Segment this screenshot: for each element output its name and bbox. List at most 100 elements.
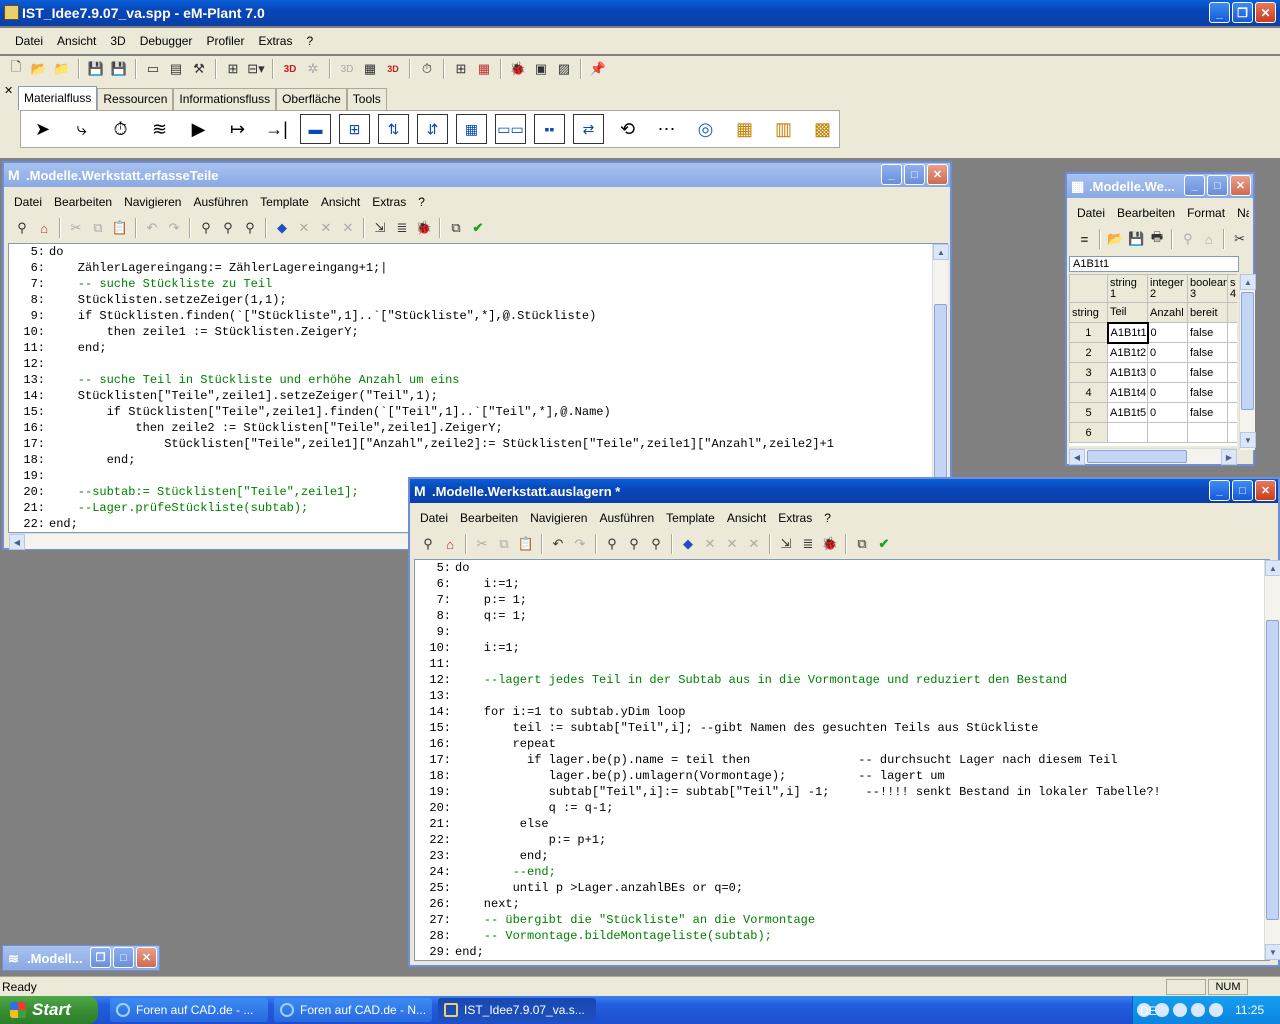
close-button[interactable]: ✕: [1255, 480, 1276, 501]
find-next-icon[interactable]: ⚲: [624, 534, 644, 554]
apply-icon[interactable]: ✔: [874, 534, 894, 554]
code-line[interactable]: 13: -- suche Teil in Stückliste und erhö…: [9, 372, 947, 388]
table-cell[interactable]: [1147, 422, 1188, 443]
format-icon[interactable]: ≣: [392, 218, 412, 238]
code-line[interactable]: 10: then zeile1 := Stücklisten.ZeigerY;: [9, 324, 947, 340]
breakpoint-remove-icon[interactable]: ✕: [700, 534, 720, 554]
save-icon[interactable]: 💾: [1127, 229, 1146, 249]
table-cell[interactable]: [1107, 422, 1148, 443]
window-table[interactable]: ▦ .Modelle.We... _ □ ✕ Datei Bearbeiten …: [1065, 172, 1256, 466]
menu-navigieren[interactable]: Navigie: [1231, 206, 1249, 220]
code-line[interactable]: 26: next;: [415, 896, 1269, 912]
print-icon[interactable]: 🖶: [1148, 229, 1167, 249]
bug-icon[interactable]: 🐞: [508, 59, 528, 79]
menu-format[interactable]: Format: [1181, 206, 1231, 220]
window-title-bar[interactable]: ▦ .Modelle.We... _ □ ✕: [1067, 174, 1253, 198]
task-foren-1[interactable]: Foren auf CAD.de - ...: [110, 998, 268, 1022]
code-line[interactable]: 11: end;: [9, 340, 947, 356]
window-icon[interactable]: ▭: [143, 59, 163, 79]
menu-bearbeiten[interactable]: Bearbeiten: [1111, 206, 1181, 220]
table-row[interactable]: 6: [1069, 422, 1237, 443]
menu-help[interactable]: ?: [299, 34, 320, 48]
scroll-right-icon[interactable]: ▶: [1221, 449, 1237, 465]
home-icon[interactable]: ⌂: [1199, 229, 1218, 249]
code-line[interactable]: 5: do: [415, 560, 1269, 576]
tab-materialfluss[interactable]: Materialfluss: [18, 86, 98, 110]
col-name-teil[interactable]: Teil: [1107, 302, 1148, 323]
pallet-icon[interactable]: ▦: [729, 114, 760, 144]
restore-button[interactable]: ❐: [90, 947, 111, 968]
cut-icon[interactable]: ✂: [1230, 229, 1249, 249]
library-close-icon[interactable]: ✕: [4, 84, 13, 97]
scroll-down-icon[interactable]: ▼: [1265, 944, 1280, 960]
table-grid[interactable]: string 1 integer 2 boolean 3 s4 string Teil…: [1069, 274, 1237, 446]
transporter-icon[interactable]: ▩: [807, 114, 838, 144]
tab-informationsfluss[interactable]: Informationsfluss: [173, 88, 277, 110]
grid-icon[interactable]: ⊞: [451, 59, 471, 79]
table-cell[interactable]: 0: [1147, 322, 1188, 343]
menu-extras[interactable]: Extras: [772, 511, 818, 525]
table-cell[interactable]: false: [1187, 322, 1228, 343]
assembly-icon[interactable]: ⇅: [378, 114, 409, 144]
col-header-1[interactable]: string 1: [1107, 274, 1148, 303]
pointer-icon[interactable]: ➤: [27, 114, 58, 144]
window-title-bar[interactable]: M .Modelle.Werkstatt.auslagern * _ □ ✕: [410, 479, 1278, 503]
save-all-icon[interactable]: 💾: [109, 59, 129, 79]
breakpoint-next-icon[interactable]: ✕: [316, 218, 336, 238]
minimize-button[interactable]: _: [1209, 2, 1230, 23]
code-line[interactable]: 15: if Stücklisten["Teile",zeile1].finde…: [9, 404, 947, 420]
scroll-thumb-h[interactable]: [1087, 450, 1187, 463]
buffer-icon[interactable]: ▭▭: [495, 114, 526, 144]
replace-icon[interactable]: ⚲: [646, 534, 666, 554]
home-icon[interactable]: ⌂: [34, 218, 54, 238]
cycle-icon[interactable]: ⟲: [612, 114, 643, 144]
3d-icon[interactable]: 3D: [280, 59, 300, 79]
maximize-button[interactable]: □: [1232, 480, 1253, 501]
3d-disabled-icon[interactable]: ✲: [303, 59, 323, 79]
color-grid-icon[interactable]: ▦: [474, 59, 494, 79]
tab-ressourcen[interactable]: Ressourcen: [97, 88, 174, 110]
breakpoint-prev-icon[interactable]: ✕: [338, 218, 358, 238]
menu-ansicht[interactable]: Ansicht: [50, 34, 103, 48]
code-line[interactable]: 9: if Stücklisten.finden(`["Stückliste",…: [9, 308, 947, 324]
code-line[interactable]: 12:: [9, 356, 947, 372]
scroll-up-icon[interactable]: ▲: [933, 244, 949, 260]
code-line[interactable]: 17: Stücklisten["Teile",zeile1]["Anzahl"…: [9, 436, 947, 452]
cut-icon[interactable]: ✂: [66, 218, 86, 238]
close-button[interactable]: ✕: [1230, 175, 1251, 196]
menu-ansicht[interactable]: Ansicht: [315, 195, 366, 209]
menu-datei[interactable]: Datei: [8, 34, 50, 48]
code-line[interactable]: 14: Stücklisten["Teile",zeile1].setzeZei…: [9, 388, 947, 404]
code-line[interactable]: 27: -- übergibt die "Stückliste" an die …: [415, 912, 1269, 928]
undo-icon[interactable]: ↶: [142, 218, 162, 238]
minimize-button[interactable]: _: [1184, 175, 1205, 196]
app-title-bar[interactable]: IST_Idee7.9.07_va.spp - eM-Plant 7.0 _ ❐…: [0, 0, 1280, 26]
table-row[interactable]: 2 A1B1t2 0 false: [1069, 342, 1237, 363]
code-editor[interactable]: 5: do 6: i:=1; 7: p:= 1; 8: q:= 1; 9: 10: i:=1…: [414, 559, 1270, 961]
window-auslagern[interactable]: M .Modelle.Werkstatt.auslagern * _ □ ✕ D…: [408, 477, 1280, 967]
menu-debugger[interactable]: Debugger: [133, 34, 200, 48]
table-cell[interactable]: 0: [1147, 402, 1188, 423]
breakpoint-prev-icon[interactable]: ✕: [744, 534, 764, 554]
task-emplant[interactable]: IST_Idee7.9.07_va.s...: [438, 998, 596, 1022]
cut-icon[interactable]: ✂: [472, 534, 492, 554]
menu-profiler[interactable]: Profiler: [199, 34, 251, 48]
store-icon[interactable]: ▦: [456, 114, 487, 144]
redo-icon[interactable]: ↷: [570, 534, 590, 554]
menu-navigieren[interactable]: Navigieren: [524, 511, 593, 525]
scroll-thumb[interactable]: [1241, 292, 1254, 410]
table-cell[interactable]: [1187, 422, 1228, 443]
code-line[interactable]: 6: i:=1;: [415, 576, 1269, 592]
scroll-thumb[interactable]: [934, 304, 947, 494]
scroll-up-icon[interactable]: ▲: [1265, 560, 1280, 576]
code-line[interactable]: 18: lager.be(p).umlagern(Vormontage); --…: [415, 768, 1269, 784]
open-folder-icon[interactable]: 📁: [52, 59, 72, 79]
save-icon[interactable]: 💾: [86, 59, 106, 79]
menu-extras[interactable]: Extras: [251, 34, 299, 48]
new-icon[interactable]: 🗋: [6, 59, 26, 79]
code-line[interactable]: 12: --lagert jedes Teil in der Subtab au…: [415, 672, 1269, 688]
table-cell[interactable]: A1B1t1: [1106, 321, 1149, 344]
paste-icon[interactable]: 📋: [516, 534, 536, 554]
drain-icon[interactable]: ↦: [222, 114, 253, 144]
maximize-button[interactable]: □: [1207, 175, 1228, 196]
